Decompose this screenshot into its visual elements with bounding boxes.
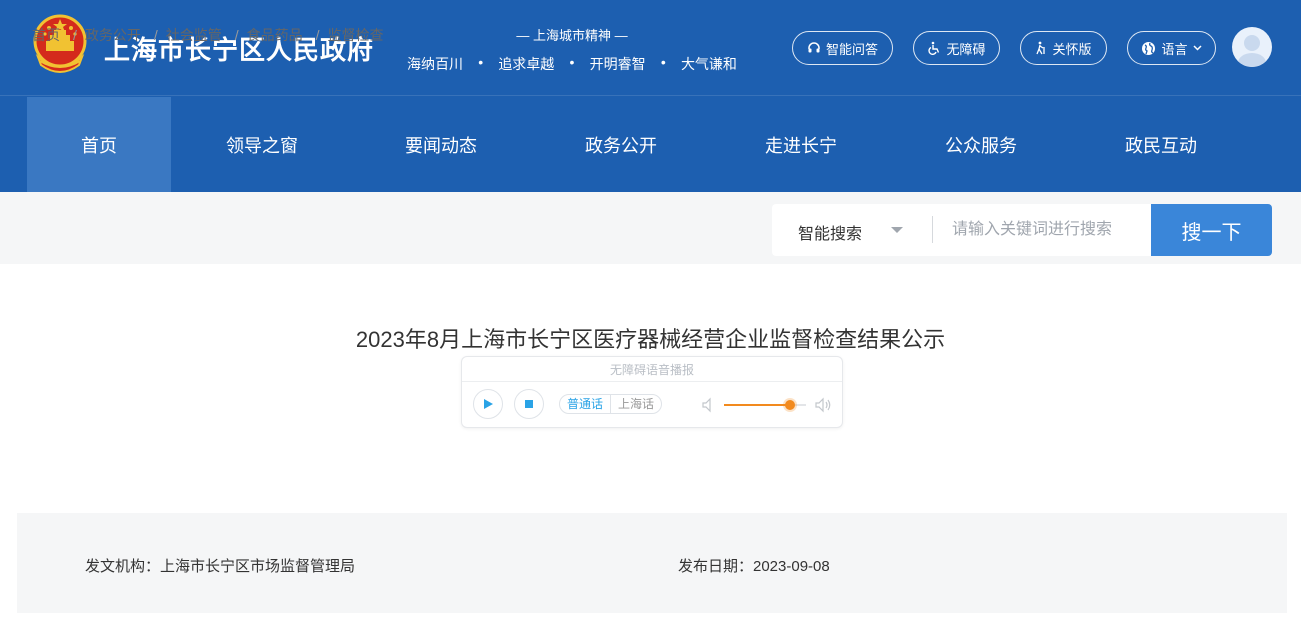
elder-icon: [1036, 41, 1046, 55]
audio-player: 无障碍语音播报 普通话 上海话: [461, 356, 843, 428]
nav-item-leaders[interactable]: 领导之窗: [190, 97, 334, 192]
language-selector[interactable]: 语言: [1127, 31, 1216, 65]
article-meta: 发文机构：上海市长宁区市场监督管理局 发布日期：2023-09-08: [17, 513, 1287, 613]
publish-date: 发布日期：2023-09-08: [678, 558, 830, 575]
search-type-select[interactable]: 智能搜索: [798, 220, 862, 244]
main-nav: 首页 领导之窗 要闻动态 政务公开 走进长宁 公众服务 政民互动: [0, 97, 1301, 192]
breadcrumb: 首页 / 政务公开 / 社会监管 / 食品药品 / 监督检查: [32, 25, 384, 45]
breadcrumb-item[interactable]: 食品药品: [247, 25, 303, 45]
nav-item-services[interactable]: 公众服务: [909, 97, 1053, 192]
city-spirit-words: 海纳百川 • 追求卓越 • 开明睿智 • 大气谦和: [407, 54, 737, 74]
chevron-down-icon: [1192, 45, 1202, 51]
spirit-word: 开明睿智: [589, 56, 646, 72]
breadcrumb-item[interactable]: 首页: [32, 25, 60, 45]
volume-high-icon[interactable]: [815, 397, 833, 413]
volume-low-icon[interactable]: [702, 397, 716, 413]
accessibility-button[interactable]: 无障碍: [913, 31, 1000, 65]
play-button[interactable]: [473, 389, 503, 419]
breadcrumb-separator: /: [315, 27, 320, 43]
breadcrumb-item[interactable]: 政务公开: [85, 25, 141, 45]
nav-item-home[interactable]: 首页: [27, 97, 171, 192]
user-icon: [1238, 35, 1266, 67]
user-avatar[interactable]: [1232, 27, 1272, 67]
breadcrumb-separator: /: [153, 27, 158, 43]
volume-fill: [724, 404, 790, 406]
page: 上海市长宁区人民政府 — 上海城市精神 — 海纳百川 • 追求卓越 • 开明睿智…: [0, 0, 1301, 632]
nav-item-gov-affairs[interactable]: 政务公开: [549, 97, 693, 192]
nav-item-news[interactable]: 要闻动态: [369, 97, 513, 192]
publisher-info: 发文机构：上海市长宁区市场监督管理局: [85, 558, 356, 575]
article-title: 2023年8月上海市长宁区医疗器械经营企业监督检查结果公示: [355, 327, 946, 352]
spirit-word: 追求卓越: [498, 56, 555, 72]
headset-icon: [808, 42, 820, 53]
stop-button[interactable]: [514, 389, 544, 419]
volume-slider-handle[interactable]: [784, 400, 795, 410]
globe-icon: [1142, 41, 1156, 55]
header-top: 上海市长宁区人民政府 — 上海城市精神 — 海纳百川 • 追求卓越 • 开明睿智…: [0, 0, 1301, 96]
audio-player-label: 无障碍语音播报: [609, 363, 694, 377]
search-divider: [932, 216, 933, 243]
play-icon: [484, 399, 493, 409]
wheelchair-icon: [928, 41, 940, 55]
nav-item-interaction[interactable]: 政民互动: [1089, 97, 1233, 192]
search-input[interactable]: [940, 210, 1145, 250]
spirit-separator: •: [478, 54, 484, 70]
elder-care-button[interactable]: 关怀版: [1020, 31, 1107, 65]
caret-down-icon[interactable]: [891, 227, 903, 233]
breadcrumb-item[interactable]: 社会监管: [166, 25, 222, 45]
dialect-mandarin[interactable]: 普通话: [560, 395, 612, 413]
nav-item-about[interactable]: 走进长宁: [729, 97, 873, 192]
smart-qa-button[interactable]: 智能问答: [792, 31, 893, 65]
breadcrumb-separator: /: [73, 27, 77, 43]
breadcrumb-separator: /: [234, 27, 239, 43]
dialect-toggle: 普通话 上海话: [559, 394, 663, 414]
city-spirit-title: — 上海城市精神 —: [516, 28, 628, 43]
search-button[interactable]: 搜一下: [1151, 204, 1272, 256]
elder-care-label: 关怀版: [1052, 41, 1092, 57]
language-label: 语言: [1161, 41, 1188, 57]
smart-qa-label: 智能问答: [825, 41, 878, 57]
breadcrumb-item[interactable]: 监督检查: [328, 25, 384, 45]
accessibility-label: 无障碍: [946, 41, 986, 57]
dialect-shanghainese[interactable]: 上海话: [611, 395, 661, 413]
spirit-separator: •: [569, 54, 575, 70]
spirit-word: 海纳百川: [407, 56, 463, 72]
spirit-word: 大气谦和: [680, 56, 737, 72]
player-divider: [462, 381, 842, 382]
stop-icon: [525, 400, 533, 408]
spirit-separator: •: [660, 54, 666, 70]
